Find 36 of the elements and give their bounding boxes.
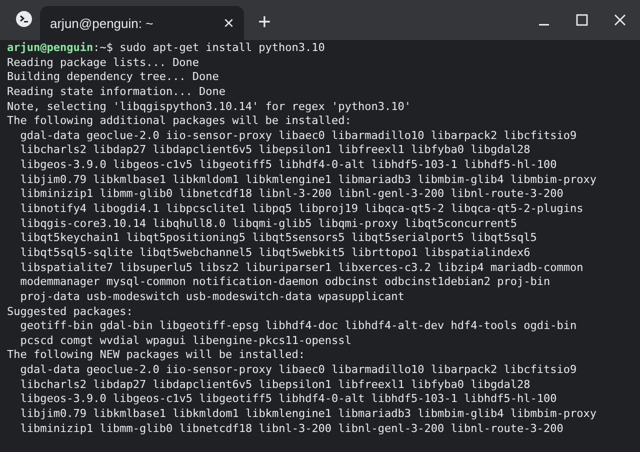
- output-line: libnotify4 libogdi4.1 libpcsclite1 libpq5 libproj19 libqca-qt5-2 libqca-qt5-2-plugins: [20, 202, 584, 216]
- output-line: libcharls2 libdap27 libdapclient6v5 libepsilon1 libfreexl1 libfyba0 libgdal28: [20, 378, 530, 391]
- output-line: Reading state information... Done: [7, 84, 226, 98]
- prompt-user-host: arjun@penguin: [7, 41, 94, 54]
- output-line: Suggested packages:: [7, 304, 133, 318]
- output-line: libminizip1 libmm-glib0 libnetcdf18 libnl-3-200 libnl-genl-3-200 libnl-route-3-200: [20, 187, 564, 200]
- output-line: gdal-data geoclue-2.0 iio-sensor-proxy libaec0 libarmadillo10 libarpack2 libcfitsio9: [20, 363, 577, 376]
- output-line: libqt5keychain1 libqt5positioning5 libqt5sensors5 libqt5serialport5 libqt5sql5: [20, 231, 537, 244]
- output-line: Building dependency tree... Done: [7, 70, 219, 84]
- new-tab-button[interactable]: +: [258, 11, 271, 33]
- output-line: libjim0.79 libkmlbase1 libkmldom1 libkmlengine1 libmariadb3 libmbim-glib4 libmbim-proxy: [20, 172, 596, 186]
- terminal-tab[interactable]: arjun@penguin: ~ ×: [40, 6, 244, 40]
- output-line: modemmanager mysql-common notification-daemon odbcinst odbcinst1debian2 proj-bin: [20, 275, 550, 288]
- maximize-icon[interactable]: [576, 14, 588, 26]
- prompt-path: :~$: [93, 41, 113, 54]
- output-line: libcharls2 libdap27 libdapclient6v5 libepsilon1 libfreexl1 libfyba0 libgdal28: [20, 143, 530, 156]
- output-line: libspatialite7 libsuperlu5 libsz2 liburiparser1 libxerces-c3.2 libzip4 mariadb-common: [20, 260, 584, 274]
- output-line: libgeos-3.9.0 libgeos-c1v5 libgeotiff5 libhdf4-0-alt libhdf5-103-1 libhdf5-hl-100: [20, 158, 557, 172]
- output-line: proj-data usb-modeswitch usb-modeswitch-data wpasupplicant: [20, 290, 404, 303]
- output-line: libqgis-core3.10.14 libqhull8.0 libqmi-glib5 libqmi-proxy libqt5concurrent5: [20, 216, 517, 230]
- output-line: pcscd comgt wvdial wpagui libengine-pkcs11-openssl: [20, 334, 352, 347]
- output-line: geotiff-bin gdal-bin libgeotiff-epsg libhdf4-doc libhdf4-alt-dev hdf4-tools ogdi-bin: [20, 319, 577, 332]
- output-line: libminizip1 libmm-glib0 libnetcdf18 libnl-3-200 libnl-genl-3-200 libnl-route-3-200: [20, 422, 564, 435]
- command-text: sudo apt-get install python3.10: [120, 41, 325, 54]
- output-line: Note, selecting 'libqgispython3.10.14' for regex 'python3.10': [7, 100, 411, 113]
- close-tab-button[interactable]: ×: [223, 14, 234, 32]
- output-line: The following NEW packages will be installed:: [7, 348, 306, 362]
- close-icon[interactable]: [614, 14, 626, 26]
- output-line: libgeos-3.9.0 libgeos-c1v5 libgeotiff5 libhdf4-0-alt libhdf5-103-1 libhdf5-hl-100: [20, 392, 557, 406]
- terminal-icon[interactable]: [16, 11, 32, 27]
- tab-title: arjun@penguin: ~: [50, 16, 154, 30]
- output-line: libqt5sql5-sqlite libqt5webchannel5 libqt5webkit5 librttopo1 libspatialindex6: [20, 246, 530, 259]
- output-line: Reading package lists... Done: [7, 56, 200, 69]
- output-line: libjim0.79 libkmlbase1 libkmldom1 libkmlengine1 libmariadb3 libmbim-glib4 libmbim-proxy: [20, 407, 596, 420]
- output-line: The following additional packages will be installed:: [7, 114, 352, 128]
- output-line: gdal-data geoclue-2.0 iio-sensor-proxy libaec0 libarmadillo10 libarpack2 libcfitsio9: [20, 128, 577, 142]
